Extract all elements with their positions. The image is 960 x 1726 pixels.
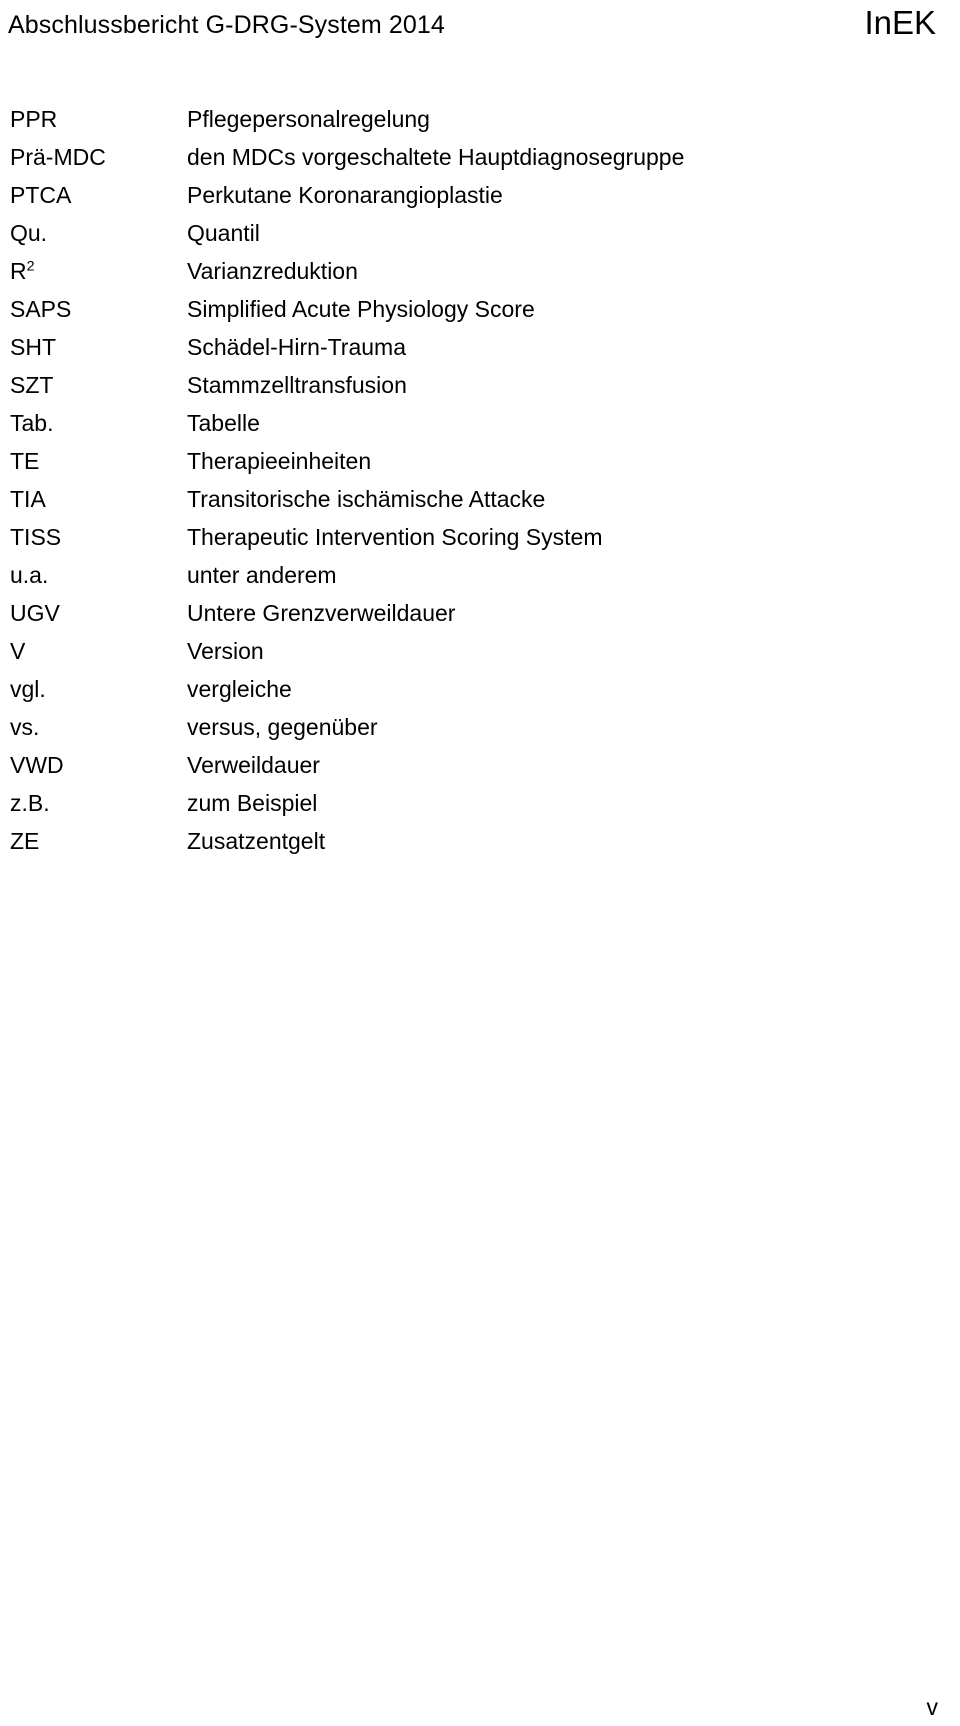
- document-title: Abschlussbericht G-DRG-System 2014: [8, 11, 445, 39]
- abbreviation-definition: Varianzreduktion: [187, 258, 358, 284]
- abbreviation-row: vs. versus, gegenüber: [0, 708, 960, 746]
- abbreviation-term: Tab.: [10, 410, 54, 436]
- abbreviation-term: PTCA: [10, 182, 72, 208]
- abbreviation-term: UGV: [10, 600, 60, 626]
- abbreviation-definition: Zusatzentgelt: [187, 828, 326, 854]
- abbreviation-definition: Pflegepersonalregelung: [187, 106, 430, 132]
- abbreviation-row: Tab. Tabelle: [0, 404, 960, 442]
- abbreviation-definition: Therapieeinheiten: [187, 448, 372, 474]
- abbreviation-term: z.B.: [10, 790, 50, 816]
- abbreviation-definition: vergleiche: [187, 676, 292, 702]
- abbreviation-row: TE Therapieeinheiten: [0, 442, 960, 480]
- page-number: v: [926, 1694, 939, 1720]
- abbreviation-definition: Transitorische ischämische Attacke: [187, 486, 546, 512]
- abbreviation-row: u.a. unter anderem: [0, 556, 960, 594]
- abbreviation-definition: Therapeutic Intervention Scoring System: [187, 524, 603, 550]
- abbreviation-row: TISS Therapeutic Intervention Scoring Sys…: [0, 518, 960, 556]
- abbreviation-definition: Quantil: [187, 220, 260, 246]
- abbreviation-row: vgl. vergleiche: [0, 670, 960, 708]
- document-page: Abschlussbericht G-DRG-System 2014 InEK …: [0, 0, 960, 1726]
- abbreviation-row: z.B. zum Beispiel: [0, 784, 960, 822]
- abbreviation-definition: Simplified Acute Physiology Score: [187, 296, 535, 322]
- abbreviation-definition: Stammzelltransfusion: [187, 372, 407, 398]
- abbreviation-term: vgl.: [10, 676, 46, 702]
- abbreviation-list: PPR Pflegepersonalregelung Prä-MDC den MDCs…: [0, 100, 960, 860]
- abbreviation-definition: versus, gegenüber: [187, 714, 378, 740]
- abbreviation-term: TE: [10, 448, 40, 474]
- abbreviation-row: PPR Pflegepersonalregelung: [0, 100, 960, 138]
- running-footer: v: [0, 1666, 960, 1726]
- abbreviation-row: ZE Zusatzentgelt: [0, 822, 960, 860]
- abbreviation-row: PTCA Perkutane Koronarangioplastie: [0, 176, 960, 214]
- abbreviation-term: TISS: [10, 524, 62, 550]
- abbreviation-term: Qu.: [10, 220, 48, 246]
- running-header: Abschlussbericht G-DRG-System 2014 InEK: [0, 0, 960, 52]
- abbreviation-definition: unter anderem: [187, 562, 337, 588]
- abbreviation-term: SAPS: [10, 296, 72, 322]
- abbreviation-term: Prä-MDC: [10, 144, 106, 170]
- abbreviation-term-superscript: 2: [26, 258, 35, 275]
- abbreviation-definition: Version: [187, 638, 264, 664]
- abbreviation-row: R2 Varianzreduktion: [0, 252, 960, 290]
- abbreviation-term: ZE: [10, 828, 40, 854]
- abbreviation-term: SZT: [10, 372, 54, 398]
- abbreviation-definition: Untere Grenzverweildauer: [187, 600, 456, 626]
- abbreviation-row: TIA Transitorische ischämische Attacke: [0, 480, 960, 518]
- abbreviation-row: Qu. Quantil: [0, 214, 960, 252]
- abbreviation-row: SAPS Simplified Acute Physiology Score: [0, 290, 960, 328]
- abbreviation-term: TIA: [10, 486, 46, 512]
- abbreviation-definition: Tabelle: [187, 410, 260, 436]
- abbreviation-term: PPR: [10, 106, 58, 132]
- abbreviation-row: SHT Schädel-Hirn-Trauma: [0, 328, 960, 366]
- abbreviation-definition: zum Beispiel: [187, 790, 318, 816]
- abbreviation-row: VWD Verweildauer: [0, 746, 960, 784]
- abbreviation-row: V Version: [0, 632, 960, 670]
- abbreviation-term: R2: [10, 258, 35, 284]
- abbreviation-row: SZT Stammzelltransfusion: [0, 366, 960, 404]
- abbreviation-term: VWD: [10, 752, 64, 778]
- abbreviation-term: V: [10, 638, 26, 664]
- abbreviation-definition: Schädel-Hirn-Trauma: [187, 334, 406, 360]
- abbreviation-definition: den MDCs vorgeschaltete Hauptdiagnosegru…: [187, 144, 685, 170]
- abbreviation-term: vs.: [10, 714, 40, 740]
- abbreviation-row: Prä-MDC den MDCs vorgeschaltete Hauptdiag…: [0, 138, 960, 176]
- inek-logo-text: InEK: [864, 4, 936, 41]
- abbreviation-definition: Verweildauer: [187, 752, 320, 778]
- abbreviation-row: UGV Untere Grenzverweildauer: [0, 594, 960, 632]
- abbreviation-definition: Perkutane Koronarangioplastie: [187, 182, 503, 208]
- abbreviation-term: SHT: [10, 334, 56, 360]
- abbreviation-term: u.a.: [10, 562, 49, 588]
